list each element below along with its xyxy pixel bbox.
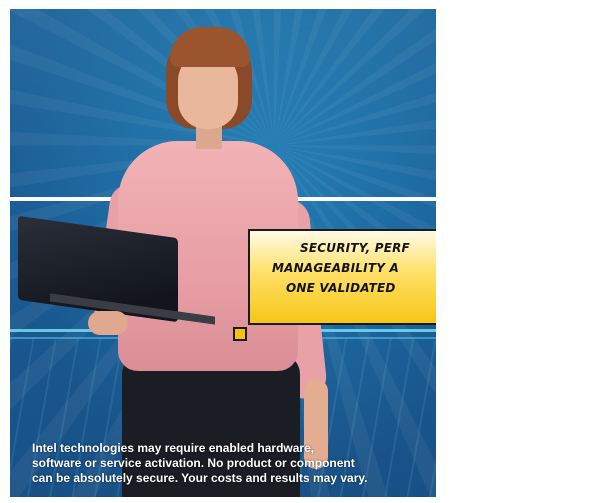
hair-top (170, 27, 250, 67)
callout-square-marker (233, 327, 247, 341)
legal-disclaimer: Intel technologies may require enabled h… (32, 441, 436, 486)
advertisement-banner[interactable]: SECURITY, PERF MANAGEABILITY A ONE VALID… (10, 9, 436, 497)
left-hand (88, 311, 128, 335)
disclaimer-line-3: can be absolutely secure. Your costs and… (32, 471, 368, 485)
callout-line-3: ONE VALIDATED (286, 281, 396, 295)
callout-line-2: MANAGEABILITY A (272, 261, 399, 275)
disclaimer-line-1: Intel technologies may require enabled h… (32, 441, 315, 455)
feature-callout-box: SECURITY, PERF MANAGEABILITY A ONE VALID… (248, 229, 436, 325)
disclaimer-line-2: software or service activation. No produ… (32, 456, 355, 470)
callout-line-1: SECURITY, PERF (300, 241, 410, 255)
